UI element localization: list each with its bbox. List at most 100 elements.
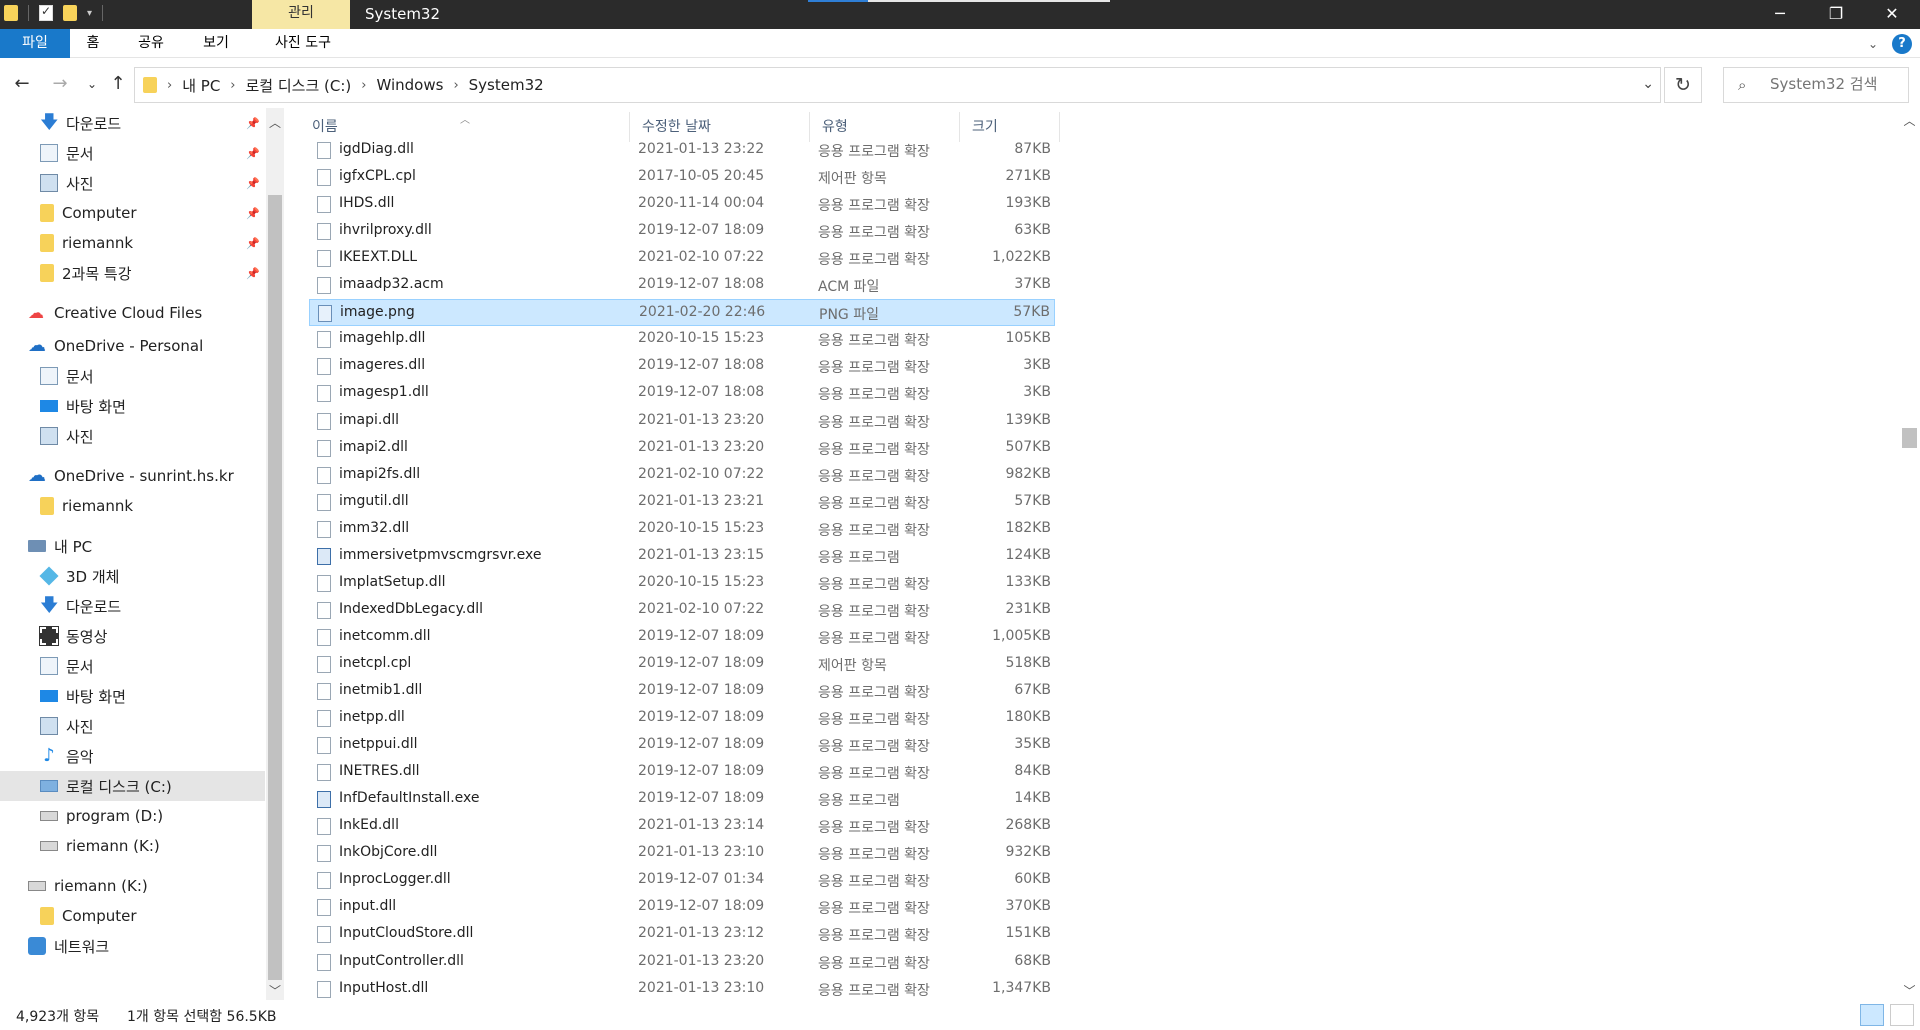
scroll-down-icon[interactable]: ﹀ (1899, 982, 1920, 999)
nav-item[interactable]: 사진 📌 (0, 168, 265, 198)
nav-item[interactable]: riemannk (0, 491, 265, 521)
nav-item[interactable]: 문서 (0, 361, 265, 391)
scroll-up-icon[interactable]: ︿ (1899, 112, 1920, 129)
nav-scrollbar[interactable]: ︿ ﹀ (266, 108, 284, 1000)
forward-button[interactable]: → (48, 72, 72, 96)
file-row[interactable]: inetppui.dll 2019-12-07 18:09 응용 프로그램 확장 35… (309, 732, 1055, 759)
nav-item[interactable]: riemann (K:) (0, 831, 265, 861)
scroll-down-icon[interactable]: ﹀ (266, 982, 284, 999)
tab-home[interactable]: 홈 (78, 29, 108, 58)
file-row[interactable]: input.dll 2019-12-07 18:09 응용 프로그램 확장 370KB (309, 894, 1055, 921)
breadcrumb-windows[interactable]: Windows (376, 76, 443, 94)
scroll-up-icon[interactable]: ︿ (266, 114, 284, 131)
file-row[interactable]: InputController.dll 2021-01-13 23:20 응용 프로… (309, 949, 1055, 976)
file-row[interactable]: imagesp1.dll 2019-12-07 18:08 응용 프로그램 확장 3K… (309, 380, 1055, 407)
file-row[interactable]: imaadp32.acm 2019-12-07 18:08 ACM 파일 37KB (309, 272, 1055, 299)
chevron-right-icon[interactable]: › (361, 78, 366, 93)
file-row[interactable]: imagehlp.dll 2020-10-15 15:23 응용 프로그램 확장 10… (309, 326, 1055, 353)
file-row[interactable]: imapi2.dll 2021-01-13 23:20 응용 프로그램 확장 507K… (309, 435, 1055, 462)
nav-item[interactable]: 🡇 다운로드 📌 (0, 108, 265, 138)
file-row[interactable]: inetmib1.dll 2019-12-07 18:09 응용 프로그램 확장 67… (309, 678, 1055, 705)
nav-item[interactable]: ☁ Creative Cloud Files (0, 298, 265, 328)
search-box[interactable]: ⌕ (1723, 67, 1909, 103)
file-row[interactable]: INETRES.dll 2019-12-07 18:09 응용 프로그램 확장 84K… (309, 759, 1055, 786)
file-row[interactable]: imapi.dll 2021-01-13 23:20 응용 프로그램 확장 139KB (309, 408, 1055, 435)
breadcrumb-system32[interactable]: System32 (469, 76, 544, 94)
file-row[interactable]: ihvrilproxy.dll 2019-12-07 18:09 응용 프로그램 확… (309, 218, 1055, 245)
address-bar[interactable]: › 내 PC › 로컬 디스크 (C:) › Windows › System3… (134, 67, 1661, 103)
minimize-button[interactable]: ─ (1752, 0, 1808, 29)
file-row[interactable]: InputHost.dll 2021-01-13 23:10 응용 프로그램 확장 1… (309, 976, 1055, 1003)
new-folder-icon[interactable] (63, 5, 77, 21)
breadcrumb-local-disk[interactable]: 로컬 디스크 (C:) (246, 75, 352, 96)
file-row[interactable]: IHDS.dll 2020-11-14 00:04 응용 프로그램 확장 193KB (309, 191, 1055, 218)
nav-item[interactable]: 문서 📌 (0, 138, 265, 168)
nav-item[interactable]: 문서 (0, 651, 265, 681)
nav-item[interactable]: 사진 (0, 421, 265, 451)
search-input[interactable] (1770, 75, 1900, 93)
file-row[interactable]: imapi2fs.dll 2021-02-10 07:22 응용 프로그램 확장 98… (309, 462, 1055, 489)
chevron-down-icon[interactable]: ⌄ (1642, 76, 1654, 92)
nav-item[interactable]: 로컬 디스크 (C:) (0, 771, 265, 801)
nav-item[interactable]: ☁ OneDrive - Personal (0, 331, 265, 361)
nav-item[interactable]: 바탕 화면 (0, 681, 265, 711)
nav-item[interactable]: 동영상 (0, 621, 265, 651)
file-row[interactable]: imageres.dll 2019-12-07 18:08 응용 프로그램 확장 3K… (309, 353, 1055, 380)
file-row[interactable]: inetcpl.cpl 2019-12-07 18:09 제어판 항목 518KB (309, 651, 1055, 678)
nav-item[interactable]: 🡇 다운로드 (0, 591, 265, 621)
file-row[interactable]: InkObjCore.dll 2021-01-13 23:10 응용 프로그램 확장… (309, 840, 1055, 867)
file-list-scrollbar[interactable]: ︿ ﹀ (1899, 108, 1920, 1000)
file-row[interactable]: InfDefaultInstall.exe 2019-12-07 18:09 응용 … (309, 786, 1055, 813)
file-row[interactable]: InkEd.dll 2021-01-13 23:14 응용 프로그램 확장 268KB (309, 813, 1055, 840)
nav-item[interactable]: 사진 (0, 711, 265, 741)
file-row[interactable]: image.png 2021-02-20 22:46 PNG 파일 57KB (309, 299, 1055, 327)
recent-locations-button[interactable]: ⌄ (80, 72, 104, 96)
file-row[interactable]: inetpp.dll 2019-12-07 18:09 응용 프로그램 확장 180K… (309, 705, 1055, 732)
restore-button[interactable]: ❐ (1808, 0, 1864, 29)
nav-item[interactable]: riemann (K:) (0, 871, 265, 901)
nav-item[interactable]: ☁ OneDrive - sunrint.hs.kr (0, 461, 265, 491)
file-row[interactable]: igdDiag.dll 2021-01-13 23:22 응용 프로그램 확장 87K… (309, 137, 1055, 164)
properties-icon[interactable] (39, 4, 53, 21)
customize-toolbar-icon[interactable]: ▾ (87, 8, 92, 19)
tab-file[interactable]: 파일 (0, 29, 70, 58)
file-row[interactable]: ImplatSetup.dll 2020-10-15 15:23 응용 프로그램 확… (309, 570, 1055, 597)
scrollbar-thumb[interactable] (1902, 428, 1917, 448)
file-row[interactable]: inetcomm.dll 2019-12-07 18:09 응용 프로그램 확장 1,… (309, 624, 1055, 651)
breadcrumb-my-pc[interactable]: 내 PC (182, 75, 220, 96)
nav-item[interactable]: ♪ 음악 (0, 741, 265, 771)
nav-item[interactable]: 내 PC (0, 531, 265, 561)
file-row[interactable]: igfxCPL.cpl 2017-10-05 20:45 제어판 항목 271KB (309, 164, 1055, 191)
large-icons-view-button[interactable] (1890, 1004, 1914, 1026)
details-view-button[interactable] (1860, 1004, 1884, 1026)
file-row[interactable]: IndexedDbLegacy.dll 2021-02-10 07:22 응용 프로… (309, 597, 1055, 624)
nav-item[interactable]: 네트워크 (0, 931, 265, 961)
file-row[interactable]: InprocLogger.dll 2019-12-07 01:34 응용 프로그램 … (309, 867, 1055, 894)
file-row[interactable]: immersivetpmvscmgrsvr.exe 2021-01-13 23:1… (309, 543, 1055, 570)
refresh-button[interactable]: ↻ (1664, 67, 1702, 103)
file-row[interactable]: InputCloudStore.dll 2021-01-13 23:12 응용 프로… (309, 921, 1055, 948)
tab-view[interactable]: 보기 (196, 29, 236, 58)
nav-item[interactable]: riemannk 📌 (0, 228, 265, 258)
nav-item[interactable]: 2과목 특강 📌 (0, 258, 265, 288)
help-icon[interactable]: ? (1892, 34, 1912, 54)
nav-item[interactable]: program (D:) (0, 801, 265, 831)
tab-picture-tools[interactable]: 사진 도구 (258, 29, 348, 58)
nav-item[interactable]: 바탕 화면 (0, 391, 265, 421)
expand-ribbon-icon[interactable]: ⌄ (1868, 37, 1878, 51)
tab-share[interactable]: 공유 (131, 29, 171, 58)
file-row[interactable]: imgutil.dll 2021-01-13 23:21 응용 프로그램 확장 57K… (309, 489, 1055, 516)
chevron-right-icon[interactable]: › (167, 78, 172, 93)
nav-item[interactable]: Computer 📌 (0, 198, 265, 228)
file-row[interactable]: IKEEXT.DLL 2021-02-10 07:22 응용 프로그램 확장 1,02… (309, 245, 1055, 272)
scrollbar-thumb[interactable] (268, 195, 282, 980)
back-button[interactable]: ← (10, 72, 34, 96)
chevron-right-icon[interactable]: › (230, 78, 235, 93)
manage-context-tab[interactable]: 관리 (252, 0, 350, 29)
nav-item[interactable]: Computer (0, 901, 265, 931)
close-button[interactable]: ✕ (1864, 0, 1920, 29)
nav-item[interactable]: 3D 개체 (0, 561, 265, 591)
file-row[interactable]: imm32.dll 2020-10-15 15:23 응용 프로그램 확장 182KB (309, 516, 1055, 543)
up-button[interactable]: ↑ (106, 72, 130, 96)
chevron-right-icon[interactable]: › (453, 78, 458, 93)
